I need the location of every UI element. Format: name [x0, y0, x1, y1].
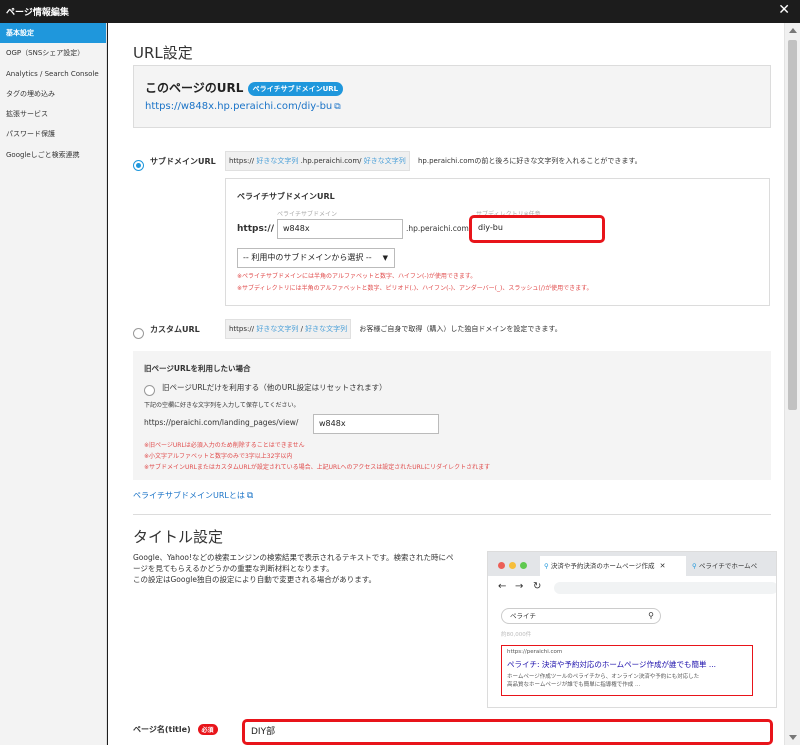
window-close-dot	[498, 562, 505, 569]
old-url-heading: 旧ページURLを利用したい場合	[144, 364, 251, 373]
sidebar: 基本設定 OGP（SNSシェア設定） Analytics / Search Co…	[0, 23, 107, 745]
search-icon: ⚲	[648, 611, 654, 620]
result-count: 約80,000件	[501, 632, 532, 638]
scroll-down-icon[interactable]	[789, 735, 797, 740]
section-divider	[133, 514, 771, 515]
subdomain-input[interactable]: w848x	[277, 219, 403, 239]
peraichi-subdomain-box: ペライチサブドメインURL ペライチサブドメイン https:// w848x …	[225, 178, 770, 306]
scrollbar[interactable]	[784, 23, 800, 745]
url-settings-heading: URL設定	[133, 44, 193, 62]
browser-tab-1: ⚲ 決済や予約決済のホームページ作成 ✕	[540, 556, 686, 576]
sidebar-item-analytics[interactable]: Analytics / Search Console	[0, 64, 106, 84]
custom-url-radio[interactable]	[133, 323, 144, 342]
highlight-subdirectory	[469, 215, 605, 243]
sidebar-item-extensions[interactable]: 拡張サービス	[0, 104, 106, 124]
custom-url-label: カスタムURL	[150, 325, 200, 334]
old-url-box: 旧ページURLを利用したい場合 旧ページURLだけを利用する（他のURL設定はリ…	[133, 351, 771, 480]
chevron-down-icon: ▼	[382, 254, 388, 262]
subdomain-note-2: ※サブディレクトリには半角のアルファベットと数字、ピリオド(.)、ハイフン(-)…	[237, 285, 593, 292]
close-tab-icon: ✕	[659, 562, 666, 570]
page-url-badge: ペライチサブドメインURL	[247, 81, 344, 96]
window-maximize-dot	[520, 562, 527, 569]
preview-search-box: ペライチ ⚲	[501, 608, 661, 624]
subdomain-field-label: ペライチサブドメイン	[277, 211, 338, 218]
window-title: ページ情報編集	[6, 8, 69, 18]
old-url-note-2: ※小文字アルファベットと数字のみで3字以上32字以内	[144, 453, 293, 460]
old-url-radio[interactable]	[144, 380, 155, 399]
required-badge: 必須	[197, 724, 218, 735]
domain-label: .hp.peraichi.com	[406, 224, 469, 233]
old-url-instruction: 下記の空欄に好きな文字列を入力して保存してください。	[144, 402, 300, 409]
reload-icon: ↻	[533, 581, 542, 592]
about-subdomain-link[interactable]: ペライチサブドメインURLとは ⧉	[133, 490, 253, 501]
forward-arrow-icon: →	[515, 581, 524, 592]
pin-icon: ⚲	[692, 562, 697, 570]
pin-icon: ⚲	[544, 562, 549, 570]
scroll-up-icon[interactable]	[789, 28, 797, 33]
close-icon[interactable]: ✕	[778, 2, 790, 18]
sidebar-item-tags[interactable]: タグの埋め込み	[0, 84, 106, 104]
title-settings-heading: タイトル設定	[133, 528, 224, 546]
main-content: URL設定 このページのURL ペライチサブドメインURL https://w8…	[108, 23, 784, 745]
window-minimize-dot	[509, 562, 516, 569]
window-titlebar: ページ情報編集 ✕	[0, 0, 800, 23]
search-preview: ⚲ 決済や予約決済のホームページ作成 ✕ ⚲ ペライチでホームペ ← → ↻ ペ…	[487, 551, 777, 708]
result-title: ペライチ: 決済や予約対応のホームページ作成が誰でも簡単 ...	[507, 660, 717, 669]
result-url: https://peraichi.com	[507, 649, 563, 655]
scrollbar-thumb[interactable]	[788, 40, 797, 410]
sidebar-item-basic[interactable]: 基本設定	[0, 23, 106, 44]
custom-url-pattern: https:// 好きな文字列 / 好きな文字列 お客様ご自身で取得（購入）した…	[225, 319, 562, 339]
old-url-prefix: https://peraichi.com/landing_pages/view/	[144, 418, 299, 427]
back-arrow-icon: ←	[498, 581, 507, 592]
highlight-page-name	[242, 719, 773, 745]
sidebar-item-password[interactable]: パスワード保護	[0, 124, 106, 144]
browser-address-bar	[554, 582, 776, 594]
old-url-radio-label: 旧ページURLだけを利用する（他のURL設定はリセットされます）	[162, 383, 387, 392]
page-name-label: ページ名(title) 必須	[133, 724, 218, 735]
result-description: ホームページ作成ツールのペライチから、オンライン決済や予約にも対応した 高品質な…	[507, 674, 700, 688]
page-url-label: このページのURL ペライチサブドメインURL	[145, 79, 344, 96]
external-link-icon: ⧉	[334, 102, 341, 112]
sidebar-item-ogp[interactable]: OGP（SNSシェア設定）	[0, 43, 106, 63]
old-url-input[interactable]: w848x	[313, 414, 439, 434]
subdomain-radio[interactable]	[133, 155, 144, 174]
title-description: Google、Yahoo!などの検索エンジンの検索結果で表示されるテキストです。…	[133, 553, 454, 584]
old-url-note-3: ※サブドメインURLまたはカスタムURLが設定されている場合、上記URLへのアク…	[144, 464, 491, 471]
subdomain-select[interactable]: -- 利用中のサブドメインから選択 -- ▼	[237, 248, 395, 268]
sidebar-item-google-jobs[interactable]: Googleしごと検索連携	[0, 145, 106, 165]
old-url-note-1: ※旧ページURLは必須入力のため削除することはできません	[144, 442, 305, 449]
browser-tab-2: ⚲ ペライチでホームペ	[692, 562, 758, 570]
https-label: https://	[237, 224, 274, 234]
subdomain-note-1: ※ペライチサブドメインには半角のアルファベットと数字、ハイフン(-)が使用できま…	[237, 273, 477, 280]
external-link-icon: ⧉	[246, 491, 254, 501]
page-url-link[interactable]: https://w848x.hp.peraichi.com/diy-bu ⧉	[145, 101, 341, 112]
subdomain-pattern: https:// 好きな文字列 .hp.peraichi.com/ 好きな文字列…	[225, 151, 642, 171]
subdomain-label: サブドメインURL	[150, 157, 216, 166]
subbox-heading: ペライチサブドメインURL	[237, 192, 335, 201]
page-url-box: このページのURL ペライチサブドメインURL https://w848x.hp…	[133, 65, 771, 128]
